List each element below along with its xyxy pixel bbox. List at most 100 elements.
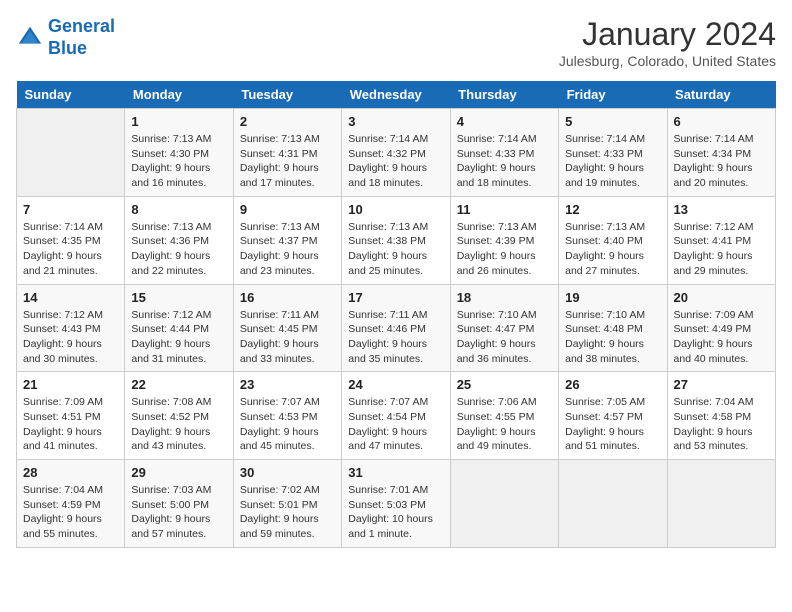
day-number: 31	[348, 465, 443, 480]
day-info: Sunrise: 7:09 AM Sunset: 4:51 PM Dayligh…	[23, 395, 118, 454]
day-number: 9	[240, 202, 335, 217]
calendar-cell: 28 Sunrise: 7:04 AM Sunset: 4:59 PM Dayli…	[17, 460, 125, 548]
day-info: Sunrise: 7:03 AM Sunset: 5:00 PM Dayligh…	[131, 483, 226, 542]
page-header: General Blue January 2024 Julesburg, Col…	[16, 16, 776, 69]
calendar-cell: 5 Sunrise: 7:14 AM Sunset: 4:33 PM Daylig…	[559, 109, 667, 197]
day-number: 16	[240, 290, 335, 305]
day-number: 17	[348, 290, 443, 305]
calendar-cell: 2 Sunrise: 7:13 AM Sunset: 4:31 PM Daylig…	[233, 109, 341, 197]
day-info: Sunrise: 7:12 AM Sunset: 4:44 PM Dayligh…	[131, 308, 226, 367]
calendar-cell	[667, 460, 775, 548]
calendar-cell: 12 Sunrise: 7:13 AM Sunset: 4:40 PM Dayli…	[559, 196, 667, 284]
calendar-cell: 13 Sunrise: 7:12 AM Sunset: 4:41 PM Dayli…	[667, 196, 775, 284]
calendar-cell: 7Sunrise: 7:14 AM Sunset: 4:35 PM Daylig…	[17, 196, 125, 284]
calendar-cell: 26 Sunrise: 7:05 AM Sunset: 4:57 PM Dayli…	[559, 372, 667, 460]
day-number: 22	[131, 377, 226, 392]
calendar-cell	[559, 460, 667, 548]
calendar-table: SundayMondayTuesdayWednesdayThursdayFrid…	[16, 81, 776, 548]
calendar-cell: 27 Sunrise: 7:04 AM Sunset: 4:58 PM Dayli…	[667, 372, 775, 460]
day-number: 4	[457, 114, 552, 129]
week-row-3: 14Sunrise: 7:12 AM Sunset: 4:43 PM Dayli…	[17, 284, 776, 372]
day-number: 18	[457, 290, 552, 305]
day-info: Sunrise: 7:13 AM Sunset: 4:40 PM Dayligh…	[565, 220, 660, 279]
day-number: 12	[565, 202, 660, 217]
day-info: Sunrise: 7:04 AM Sunset: 4:59 PM Dayligh…	[23, 483, 118, 542]
day-info: Sunrise: 7:10 AM Sunset: 4:48 PM Dayligh…	[565, 308, 660, 367]
calendar-cell: 21 Sunrise: 7:09 AM Sunset: 4:51 PM Dayli…	[17, 372, 125, 460]
calendar-cell	[17, 109, 125, 197]
column-header-tuesday: Tuesday	[233, 81, 341, 109]
column-header-monday: Monday	[125, 81, 233, 109]
day-info: Sunrise: 7:13 AM Sunset: 4:39 PM Dayligh…	[457, 220, 552, 279]
day-info: Sunrise: 7:08 AM Sunset: 4:52 PM Dayligh…	[131, 395, 226, 454]
calendar-cell: 22 Sunrise: 7:08 AM Sunset: 4:52 PM Dayli…	[125, 372, 233, 460]
calendar-cell: 25 Sunrise: 7:06 AM Sunset: 4:55 PM Dayli…	[450, 372, 558, 460]
week-row-5: 28 Sunrise: 7:04 AM Sunset: 4:59 PM Dayli…	[17, 460, 776, 548]
calendar-cell: 19 Sunrise: 7:10 AM Sunset: 4:48 PM Dayli…	[559, 284, 667, 372]
column-header-wednesday: Wednesday	[342, 81, 450, 109]
day-info: Sunrise: 7:14 AM Sunset: 4:35 PM Dayligh…	[23, 220, 118, 279]
calendar-cell: 16 Sunrise: 7:11 AM Sunset: 4:45 PM Dayli…	[233, 284, 341, 372]
day-info: Sunrise: 7:01 AM Sunset: 5:03 PM Dayligh…	[348, 483, 443, 542]
day-number: 28	[23, 465, 118, 480]
day-number: 1	[131, 114, 226, 129]
day-number: 8	[131, 202, 226, 217]
day-info: Sunrise: 7:09 AM Sunset: 4:49 PM Dayligh…	[674, 308, 769, 367]
day-info: Sunrise: 7:12 AM Sunset: 4:43 PM Dayligh…	[23, 308, 118, 367]
calendar-cell: 3 Sunrise: 7:14 AM Sunset: 4:32 PM Daylig…	[342, 109, 450, 197]
column-header-friday: Friday	[559, 81, 667, 109]
calendar-cell: 11 Sunrise: 7:13 AM Sunset: 4:39 PM Dayli…	[450, 196, 558, 284]
calendar-cell: 29 Sunrise: 7:03 AM Sunset: 5:00 PM Dayli…	[125, 460, 233, 548]
day-number: 15	[131, 290, 226, 305]
day-number: 26	[565, 377, 660, 392]
day-info: Sunrise: 7:13 AM Sunset: 4:31 PM Dayligh…	[240, 132, 335, 191]
calendar-cell: 20Sunrise: 7:09 AM Sunset: 4:49 PM Dayli…	[667, 284, 775, 372]
day-number: 23	[240, 377, 335, 392]
calendar-cell: 14Sunrise: 7:12 AM Sunset: 4:43 PM Dayli…	[17, 284, 125, 372]
day-number: 6	[674, 114, 769, 129]
calendar-header-row: SundayMondayTuesdayWednesdayThursdayFrid…	[17, 81, 776, 109]
day-info: Sunrise: 7:14 AM Sunset: 4:32 PM Dayligh…	[348, 132, 443, 191]
day-number: 3	[348, 114, 443, 129]
day-info: Sunrise: 7:06 AM Sunset: 4:55 PM Dayligh…	[457, 395, 552, 454]
day-info: Sunrise: 7:13 AM Sunset: 4:37 PM Dayligh…	[240, 220, 335, 279]
day-info: Sunrise: 7:12 AM Sunset: 4:41 PM Dayligh…	[674, 220, 769, 279]
title-section: January 2024 Julesburg, Colorado, United…	[559, 16, 776, 69]
day-info: Sunrise: 7:04 AM Sunset: 4:58 PM Dayligh…	[674, 395, 769, 454]
day-info: Sunrise: 7:11 AM Sunset: 4:45 PM Dayligh…	[240, 308, 335, 367]
day-number: 19	[565, 290, 660, 305]
calendar-cell: 4Sunrise: 7:14 AM Sunset: 4:33 PM Daylig…	[450, 109, 558, 197]
calendar-cell: 9 Sunrise: 7:13 AM Sunset: 4:37 PM Daylig…	[233, 196, 341, 284]
day-info: Sunrise: 7:10 AM Sunset: 4:47 PM Dayligh…	[457, 308, 552, 367]
day-info: Sunrise: 7:14 AM Sunset: 4:33 PM Dayligh…	[565, 132, 660, 191]
day-number: 21	[23, 377, 118, 392]
day-info: Sunrise: 7:07 AM Sunset: 4:53 PM Dayligh…	[240, 395, 335, 454]
column-header-saturday: Saturday	[667, 81, 775, 109]
calendar-cell: 17Sunrise: 7:11 AM Sunset: 4:46 PM Dayli…	[342, 284, 450, 372]
calendar-body: 1Sunrise: 7:13 AM Sunset: 4:30 PM Daylig…	[17, 109, 776, 548]
day-number: 25	[457, 377, 552, 392]
column-header-thursday: Thursday	[450, 81, 558, 109]
calendar-cell: 10Sunrise: 7:13 AM Sunset: 4:38 PM Dayli…	[342, 196, 450, 284]
day-number: 29	[131, 465, 226, 480]
day-number: 5	[565, 114, 660, 129]
calendar-subtitle: Julesburg, Colorado, United States	[559, 53, 776, 69]
day-number: 11	[457, 202, 552, 217]
day-number: 10	[348, 202, 443, 217]
day-info: Sunrise: 7:05 AM Sunset: 4:57 PM Dayligh…	[565, 395, 660, 454]
calendar-cell: 31 Sunrise: 7:01 AM Sunset: 5:03 PM Dayli…	[342, 460, 450, 548]
day-number: 27	[674, 377, 769, 392]
calendar-cell: 23 Sunrise: 7:07 AM Sunset: 4:53 PM Dayli…	[233, 372, 341, 460]
day-number: 2	[240, 114, 335, 129]
week-row-4: 21 Sunrise: 7:09 AM Sunset: 4:51 PM Dayli…	[17, 372, 776, 460]
day-info: Sunrise: 7:13 AM Sunset: 4:36 PM Dayligh…	[131, 220, 226, 279]
calendar-cell: 18 Sunrise: 7:10 AM Sunset: 4:47 PM Dayli…	[450, 284, 558, 372]
day-info: Sunrise: 7:07 AM Sunset: 4:54 PM Dayligh…	[348, 395, 443, 454]
calendar-cell: 8 Sunrise: 7:13 AM Sunset: 4:36 PM Daylig…	[125, 196, 233, 284]
calendar-cell: 15 Sunrise: 7:12 AM Sunset: 4:44 PM Dayli…	[125, 284, 233, 372]
calendar-cell: 1Sunrise: 7:13 AM Sunset: 4:30 PM Daylig…	[125, 109, 233, 197]
day-number: 13	[674, 202, 769, 217]
calendar-cell: 24Sunrise: 7:07 AM Sunset: 4:54 PM Dayli…	[342, 372, 450, 460]
calendar-title: January 2024	[559, 16, 776, 53]
logo-text: General Blue	[48, 16, 115, 59]
